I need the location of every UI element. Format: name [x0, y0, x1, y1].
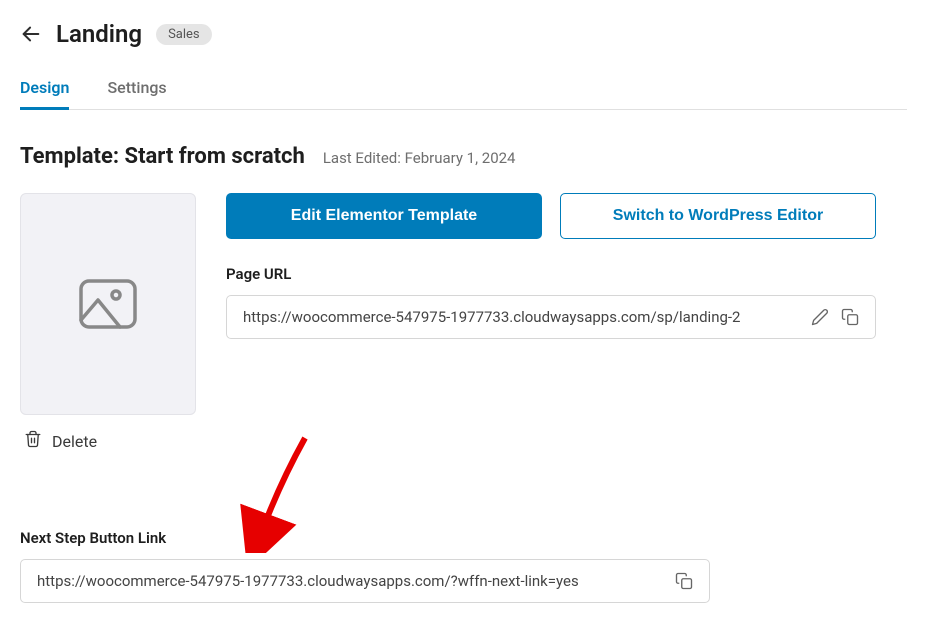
page-url-value: https://woocommerce-547975-1977733.cloud… [243, 308, 799, 326]
template-thumbnail [20, 193, 196, 415]
delete-label: Delete [52, 432, 97, 451]
image-placeholder-icon [78, 278, 138, 330]
back-arrow-icon[interactable] [20, 23, 42, 45]
edit-icon[interactable] [811, 308, 829, 326]
copy-icon[interactable] [675, 572, 693, 590]
sales-badge: Sales [156, 24, 212, 45]
thumbnail-column: Delete [20, 193, 196, 453]
edit-elementor-button[interactable]: Edit Elementor Template [226, 193, 542, 239]
tab-settings[interactable]: Settings [107, 78, 166, 109]
page-url-label: Page URL [226, 265, 876, 283]
button-row: Edit Elementor Template Switch to WordPr… [226, 193, 876, 239]
next-step-field: https://woocommerce-547975-1977733.cloud… [20, 559, 710, 603]
content-row: Delete Edit Elementor Template Switch to… [20, 193, 907, 453]
trash-icon [24, 429, 42, 453]
annotation-arrow-icon [230, 433, 330, 553]
last-edited: Last Edited: February 1, 2024 [323, 149, 516, 167]
next-step-value: https://woocommerce-547975-1977733.cloud… [37, 572, 663, 590]
next-step-section: Next Step Button Link https://woocommerc… [20, 529, 710, 603]
next-step-label: Next Step Button Link [20, 529, 710, 547]
page-title: Landing [56, 20, 142, 48]
tab-design[interactable]: Design [20, 78, 69, 110]
tabs: Design Settings [20, 78, 907, 110]
annotation-arrow-wrap [20, 463, 907, 523]
delete-button[interactable]: Delete [20, 429, 196, 453]
template-header: Template: Start from scratch Last Edited… [20, 144, 907, 169]
page-header: Landing Sales [20, 20, 907, 48]
template-title: Template: Start from scratch [20, 144, 305, 169]
switch-wordpress-button[interactable]: Switch to WordPress Editor [560, 193, 876, 239]
copy-icon[interactable] [841, 308, 859, 326]
page-url-field: https://woocommerce-547975-1977733.cloud… [226, 295, 876, 339]
right-column: Edit Elementor Template Switch to WordPr… [226, 193, 876, 339]
